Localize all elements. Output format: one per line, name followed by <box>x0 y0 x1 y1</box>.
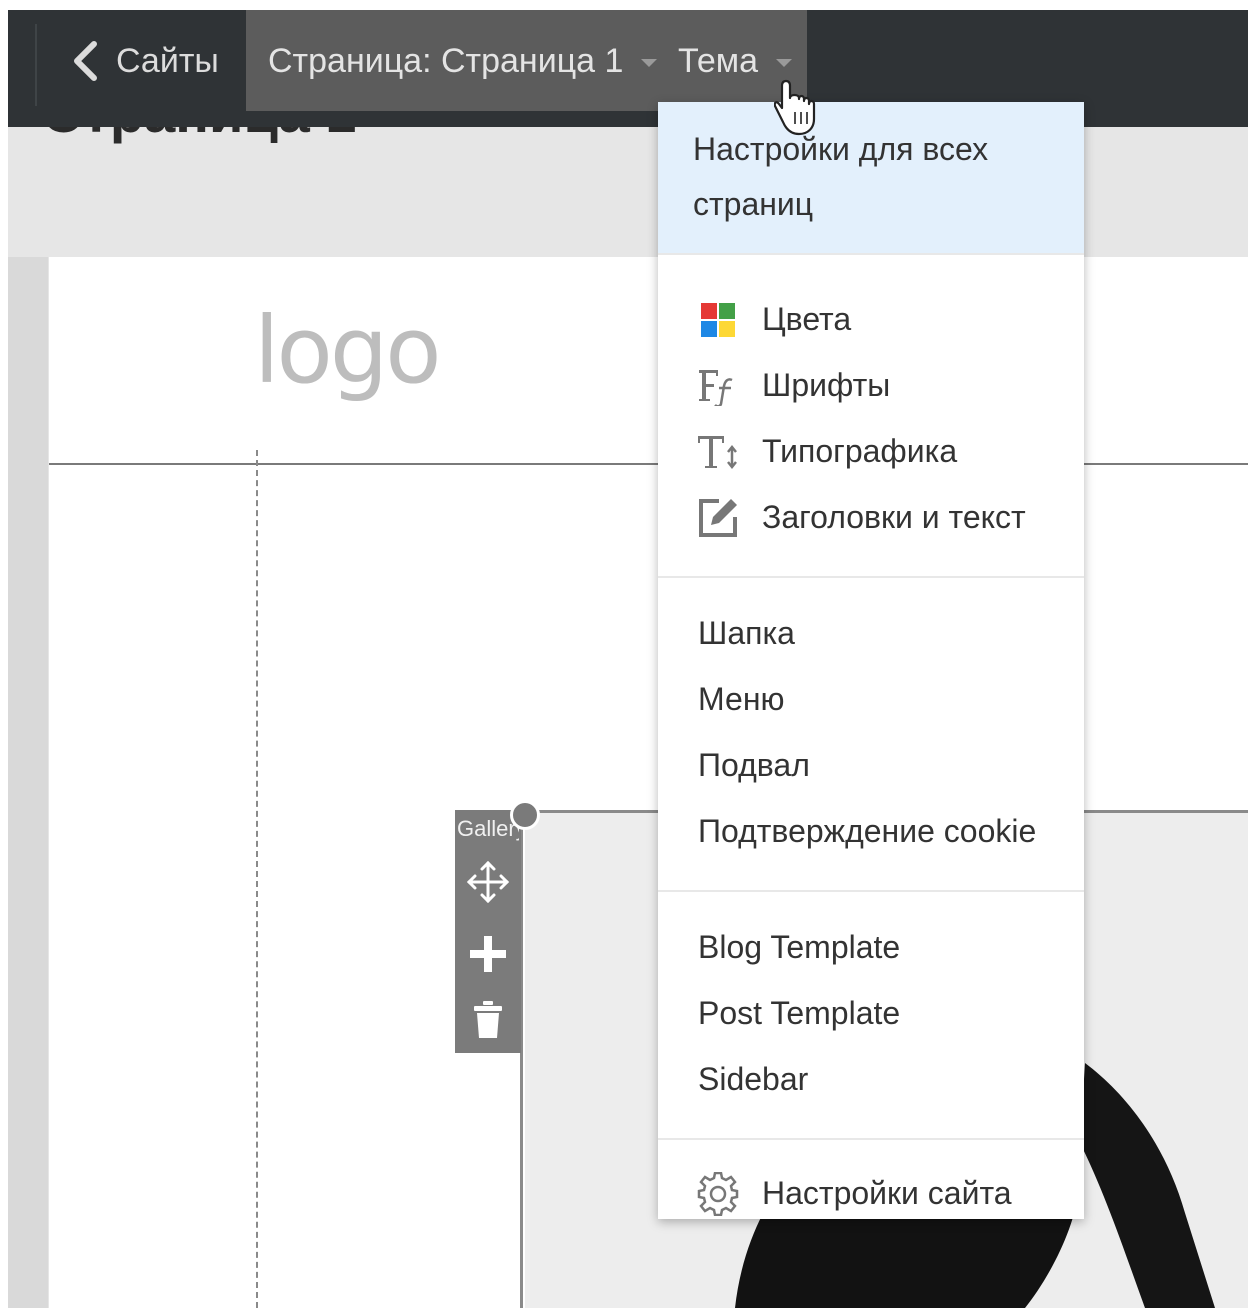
gallery-toolbar: Gallery <box>455 810 521 1053</box>
menu-item-label: Настройки сайта <box>762 1175 1012 1211</box>
menu-item-label: Подтверждение cookie <box>698 813 1037 849</box>
back-label: Сайты <box>116 41 219 80</box>
fonts-icon <box>696 364 740 408</box>
menu-item-cookie-consent[interactable]: Подтверждение cookie <box>658 802 1084 862</box>
move-icon[interactable] <box>464 858 512 906</box>
theme-menu-label: Тема <box>678 41 759 80</box>
caret-down-icon <box>776 59 793 67</box>
menu-divider <box>658 890 1084 892</box>
site-logo[interactable]: logo <box>254 297 442 404</box>
menu-item-label: Типографика <box>762 433 958 469</box>
page-menu-label: Страница: Страница 1 <box>268 41 624 80</box>
menu-item-label: Подвал <box>698 747 810 783</box>
menu-divider <box>658 253 1084 255</box>
menu-item-site-settings[interactable]: Настройки сайта <box>658 1164 1084 1224</box>
menu-item-footer[interactable]: Подвал <box>658 736 1084 796</box>
menu-item-menu[interactable]: Меню <box>658 670 1084 730</box>
theme-dropdown-menu: Настройки для всех страниц Цвета Шрифты … <box>658 102 1084 1219</box>
menu-item-header[interactable]: Шапка <box>658 604 1084 664</box>
menu-item-post-template[interactable]: Post Template <box>658 984 1084 1044</box>
menu-item-colors[interactable]: Цвета <box>658 290 1084 350</box>
gear-icon <box>696 1172 740 1216</box>
menu-item-label: Шапка <box>698 615 795 651</box>
menu-item-label: Post Template <box>698 995 901 1031</box>
menu-item-headings-text[interactable]: Заголовки и текст <box>658 488 1084 548</box>
caret-down-icon <box>641 59 658 67</box>
menu-item-label: Blog Template <box>698 929 901 965</box>
menu-item-label: Заголовки и текст <box>762 499 1026 535</box>
trash-icon[interactable] <box>464 996 512 1044</box>
add-icon[interactable] <box>464 930 512 978</box>
menu-item-sidebar[interactable]: Sidebar <box>658 1050 1084 1110</box>
column-guide <box>256 450 258 1308</box>
menu-item-label: Настройки для всех страниц <box>693 131 989 222</box>
colors-icon <box>696 298 740 342</box>
menu-divider <box>658 576 1084 578</box>
menu-item-label: Цвета <box>762 301 852 337</box>
back-to-sites-button[interactable]: Сайты <box>72 36 219 86</box>
menu-item-label: Меню <box>698 681 785 717</box>
toolbar-divider <box>35 24 37 106</box>
resize-handle[interactable] <box>510 800 540 830</box>
hand-cursor-icon <box>773 78 816 141</box>
chevron-left-icon <box>74 41 97 81</box>
menu-item-typography[interactable]: Типографика <box>658 422 1084 482</box>
toolbar-menu-area: Страница: Страница 1 Тема <box>246 10 807 111</box>
page-menu-button[interactable]: Страница: Страница 1 <box>268 36 658 86</box>
gallery-label: Gallery <box>457 816 519 841</box>
typography-icon <box>696 430 740 474</box>
menu-item-label: Sidebar <box>698 1061 809 1097</box>
menu-divider <box>658 1138 1084 1140</box>
menu-item-all-pages-settings[interactable]: Настройки для всех страниц <box>658 102 1084 253</box>
editor-frame: Страница 1 Сайты Страница: Страница 1 Те… <box>8 10 1248 1308</box>
menu-item-label: Шрифты <box>762 367 891 403</box>
menu-item-fonts[interactable]: Шрифты <box>658 356 1084 416</box>
page-left-margin <box>8 257 48 1308</box>
menu-item-blog-template[interactable]: Blog Template <box>658 918 1084 978</box>
edit-text-icon <box>696 496 740 540</box>
